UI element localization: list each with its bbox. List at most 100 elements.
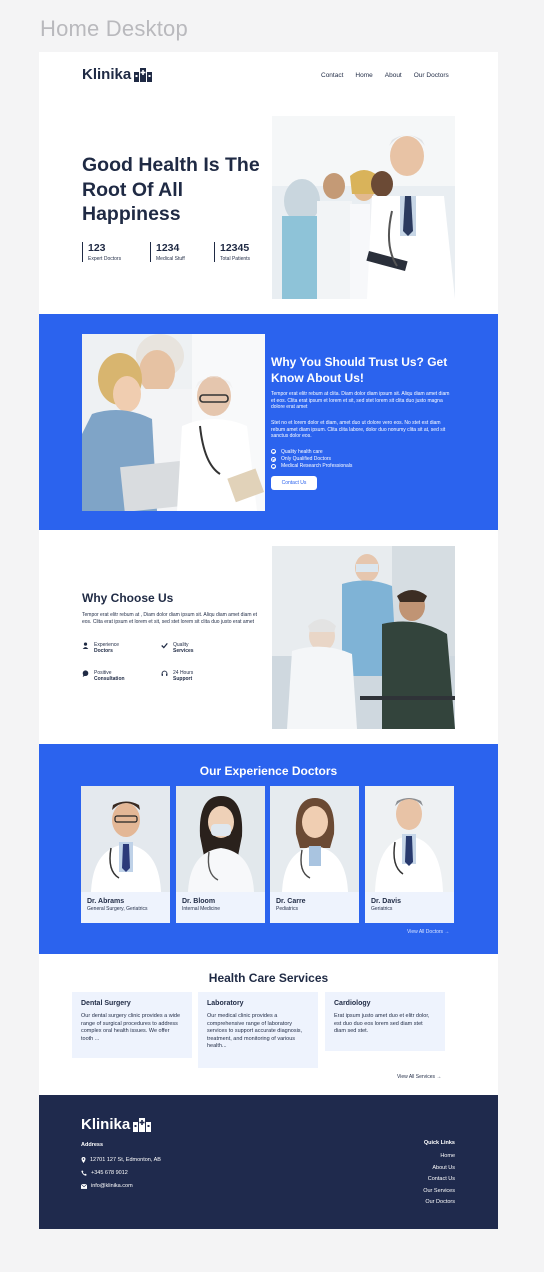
doctor-specialty: General Surgery, Geriatrics bbox=[87, 906, 148, 912]
hero-doctors-photo bbox=[272, 116, 455, 299]
feature-line2: Support bbox=[173, 676, 193, 683]
service-description: Erat ipsum justo amet duo et elitr dolor… bbox=[334, 1013, 430, 1034]
view-all-doctors-link[interactable]: View All Doctors → bbox=[407, 929, 449, 935]
service-name: Dental Surgery bbox=[81, 1000, 131, 1007]
check-circle-icon bbox=[271, 463, 276, 469]
check-circle-icon bbox=[271, 456, 276, 462]
checklist-item: Quality health care bbox=[271, 448, 352, 455]
trust-checklist: Quality health care Only Qualified Docto… bbox=[271, 448, 352, 470]
home-page: Klinika Contact Home About Our Doctors G… bbox=[39, 52, 498, 1229]
footer-email-text: info@klinika.com bbox=[91, 1183, 133, 1189]
trust-paragraph-2: Stet no et lorem dolor et diam, amet duo… bbox=[271, 420, 446, 440]
stat-total-patients: 12345 Total Patients bbox=[214, 242, 274, 262]
why-choose-photo bbox=[272, 546, 455, 729]
doctor-photo bbox=[81, 786, 170, 892]
footer-link-our-services[interactable]: Our Services bbox=[379, 1186, 455, 1198]
doctor-photo bbox=[365, 786, 454, 892]
service-card[interactable]: Laboratory Our medical clinic provides a… bbox=[198, 992, 318, 1068]
doctor-specialty: Geriatrics bbox=[371, 906, 393, 912]
feature-line2: Doctors bbox=[94, 648, 113, 655]
footer-link-contact-us[interactable]: Contact Us bbox=[379, 1174, 455, 1186]
doctor-name: Dr. Carre bbox=[276, 898, 306, 905]
hospital-icon bbox=[133, 1117, 152, 1132]
check-icon bbox=[161, 642, 168, 649]
stat-label: Total Patients bbox=[220, 256, 251, 262]
footer-quick-links-heading: Quick Links bbox=[423, 1140, 455, 1146]
location-pin-icon bbox=[81, 1157, 86, 1163]
doctor-specialty: Internal Medicine bbox=[182, 906, 221, 912]
brand-logo[interactable]: Klinika bbox=[82, 66, 153, 83]
chat-bubble-icon bbox=[82, 670, 89, 677]
footer-phone[interactable]: +345 678 9012 bbox=[81, 1170, 128, 1176]
why-choose-title: Why Choose Us bbox=[82, 591, 174, 605]
feature-line2: Consultation bbox=[94, 676, 125, 683]
checklist-label: Only Qualified Doctors bbox=[281, 456, 332, 463]
stat-label: Expert Doctors bbox=[88, 256, 122, 262]
footer-email[interactable]: info@klinika.com bbox=[81, 1183, 133, 1189]
stat-value: 123 bbox=[88, 242, 106, 254]
doctor-name: Dr. Davis bbox=[371, 898, 401, 905]
feature-line2: Services bbox=[173, 648, 194, 655]
trust-paragraph-1: Tempor erat elitr rebum at clita. Diam d… bbox=[271, 391, 450, 411]
why-choose-text: Tempor erat elitr rebum at , Diam dolor … bbox=[82, 612, 258, 625]
hero-stats: 123 Expert Doctors 1234 Medical Stuff 12… bbox=[82, 242, 274, 262]
footer-address-text: 12701 127 St, Edmonton, AB bbox=[90, 1157, 161, 1163]
checklist-label: Quality health care bbox=[281, 448, 323, 455]
doctor-card[interactable]: Dr. Bloom Internal Medicine bbox=[176, 786, 265, 923]
nav-home[interactable]: Home bbox=[355, 72, 372, 79]
hero-title: Good Health Is The Root Of All Happiness bbox=[82, 154, 260, 225]
service-description: Our medical clinic provides a comprehens… bbox=[207, 1013, 303, 1049]
services-title: Health Care Services bbox=[208, 971, 329, 985]
hospital-icon bbox=[134, 67, 153, 82]
service-name: Cardiology bbox=[334, 1000, 371, 1007]
footer-brand-name: Klinika bbox=[81, 1116, 131, 1133]
footer-address: 12701 127 St, Edmonton, AB bbox=[81, 1157, 161, 1163]
stat-value: 12345 bbox=[220, 242, 250, 254]
check-circle-icon bbox=[271, 449, 276, 455]
stat-value: 1234 bbox=[156, 242, 180, 254]
doctor-name: Dr. Abrams bbox=[87, 898, 125, 905]
view-all-services-link[interactable]: View All Services → bbox=[397, 1074, 441, 1080]
user-icon bbox=[82, 642, 89, 649]
service-name: Laboratory bbox=[207, 1000, 244, 1007]
stat-medical-stuff: 1234 Medical Stuff bbox=[150, 242, 214, 262]
footer-phone-text: +345 678 9012 bbox=[91, 1170, 128, 1176]
nav-about[interactable]: About bbox=[385, 72, 402, 79]
brand-name: Klinika bbox=[82, 66, 132, 83]
service-description: Our dental surgery clinic provides a wid… bbox=[81, 1013, 181, 1042]
doctors-title: Our Experience Doctors bbox=[199, 764, 338, 778]
doctor-specialty: Pediatrics bbox=[276, 906, 298, 912]
doctor-name: Dr. Bloom bbox=[182, 898, 216, 905]
frame-label: Home Desktop bbox=[40, 16, 188, 41]
footer-address-heading: Address bbox=[81, 1142, 104, 1148]
headset-icon bbox=[161, 670, 168, 677]
feature-quality-services: Quality Services bbox=[161, 642, 194, 654]
mail-icon bbox=[81, 1183, 87, 1189]
doctor-card[interactable]: Dr. Davis Geriatrics bbox=[365, 786, 454, 923]
feature-24-hour-support: 24 Hours Support bbox=[161, 670, 193, 682]
service-card[interactable]: Cardiology Erat ipsum justo amet duo et … bbox=[325, 992, 445, 1051]
footer-link-about-us[interactable]: About Us bbox=[379, 1163, 455, 1175]
stat-label: Medical Stuff bbox=[156, 256, 185, 262]
service-card[interactable]: Dental Surgery Our dental surgery clinic… bbox=[72, 992, 192, 1058]
trust-doctors-photo bbox=[82, 334, 265, 511]
checklist-item: Only Qualified Doctors bbox=[271, 455, 352, 462]
checklist-item: Medical Research Professionals bbox=[271, 463, 352, 470]
footer-link-our-doctors[interactable]: Our Doctors bbox=[379, 1197, 455, 1209]
doctor-card[interactable]: Dr. Abrams General Surgery, Geriatrics bbox=[81, 786, 170, 923]
footer-link-home[interactable]: Home bbox=[379, 1151, 455, 1163]
footer-logo[interactable]: Klinika bbox=[81, 1116, 152, 1133]
trust-title: Why You Should Trust Us? Get Know About … bbox=[271, 355, 448, 385]
nav-contact[interactable]: Contact bbox=[321, 72, 343, 79]
contact-us-button[interactable]: Contact Us bbox=[271, 476, 317, 490]
main-nav: Contact Home About Our Doctors bbox=[321, 72, 449, 79]
doctor-photo bbox=[270, 786, 359, 892]
nav-our-doctors[interactable]: Our Doctors bbox=[414, 72, 449, 79]
checklist-label: Medical Research Professionals bbox=[281, 463, 353, 470]
doctor-card[interactable]: Dr. Carre Pediatrics bbox=[270, 786, 359, 923]
footer-quick-links: Home About Us Contact Us Our Services Ou… bbox=[379, 1151, 455, 1209]
feature-positive-consultation: Positive Consultation bbox=[82, 670, 125, 682]
stat-expert-doctors: 123 Expert Doctors bbox=[82, 242, 150, 262]
doctor-photo bbox=[176, 786, 265, 892]
feature-experience-doctors: Experience Doctors bbox=[82, 642, 119, 654]
